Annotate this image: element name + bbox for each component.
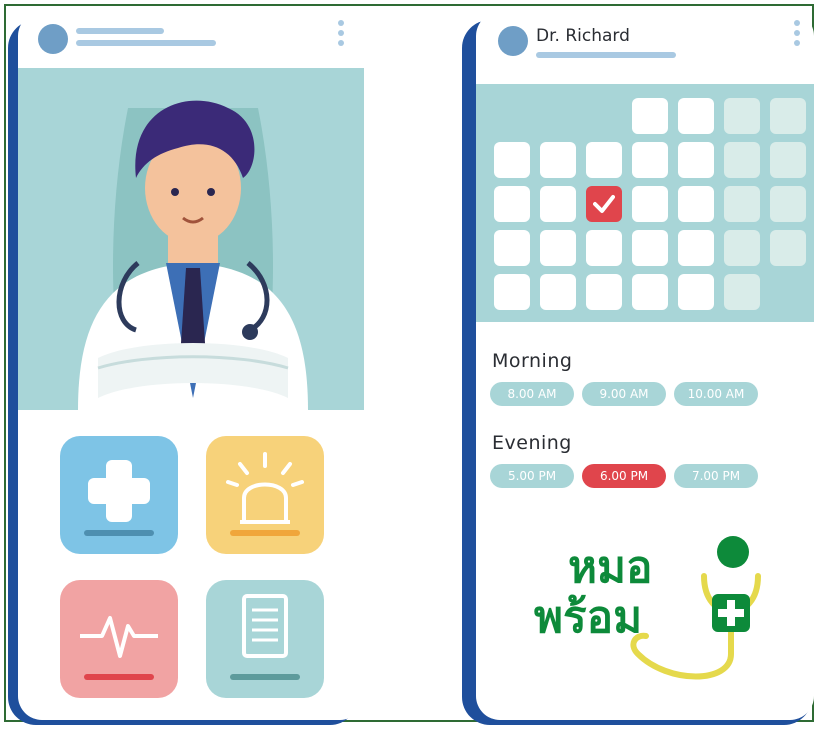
calendar-day[interactable] [632,230,668,266]
calendar-day[interactable] [494,274,530,310]
right-phone: Dr. Richard Morning 8.00 AM 9.00 AM 10.0… [476,12,814,720]
calendar [476,84,814,322]
medical-tile-underline [84,530,154,536]
profile-avatar[interactable] [38,24,68,54]
time-slot-morning-2[interactable]: 9.00 AM [582,382,666,406]
calendar-day[interactable] [494,230,530,266]
checkmark-icon [593,195,615,213]
calendar-day[interactable] [494,142,530,178]
calendar-day[interactable] [770,186,806,222]
subtitle-placeholder-bar [76,40,216,46]
calendar-day[interactable] [540,230,576,266]
alarm-siren-icon [226,452,304,524]
kebab-menu-icon[interactable] [338,20,344,50]
document-icon [242,594,288,658]
time-slot-morning-3[interactable]: 10.00 AM [674,382,758,406]
calendar-day[interactable] [724,186,760,222]
morning-label: Morning [492,350,573,372]
doctor-avatar[interactable] [498,26,528,56]
calendar-day[interactable] [494,186,530,222]
doctor-illustration [18,68,364,410]
medical-tile[interactable] [60,436,178,554]
calendar-day[interactable] [678,98,714,134]
calendar-day[interactable] [632,98,668,134]
calendar-day[interactable] [586,274,622,310]
calendar-day[interactable] [632,142,668,178]
emergency-tile[interactable] [206,436,324,554]
calendar-day[interactable] [770,98,806,134]
brand-logo: หมอ พร้อม [528,524,788,694]
evening-label: Evening [492,432,572,454]
calendar-day[interactable] [724,142,760,178]
left-phone [18,12,364,720]
calendar-day[interactable] [632,274,668,310]
heartbeat-icon [80,616,158,658]
time-slot-evening-1[interactable]: 5.00 PM [490,464,574,488]
time-slot-evening-3[interactable]: 7.00 PM [674,464,758,488]
time-slot-morning-1[interactable]: 8.00 AM [490,382,574,406]
heartbeat-tile[interactable] [60,580,178,698]
name-placeholder-bar [76,28,164,34]
calendar-day[interactable] [678,142,714,178]
calendar-day[interactable] [724,274,760,310]
calendar-day[interactable] [586,142,622,178]
doctor-name: Dr. Richard [536,26,630,46]
calendar-day[interactable] [678,230,714,266]
calendar-day[interactable] [770,142,806,178]
time-slot-evening-2-selected[interactable]: 6.00 PM [582,464,666,488]
emergency-tile-underline [230,530,300,536]
document-tile-underline [230,674,300,680]
calendar-day[interactable] [540,274,576,310]
calendar-day-selected[interactable] [586,186,622,222]
calendar-day[interactable] [632,186,668,222]
medical-cross-icon [88,460,150,522]
calendar-day[interactable] [540,186,576,222]
doctor-figure-icon [78,100,308,410]
calendar-day[interactable] [586,230,622,266]
stethoscope-cross-icon [630,536,761,680]
doctor-subtitle-bar [536,52,676,58]
heartbeat-tile-underline [84,674,154,680]
calendar-day[interactable] [724,98,760,134]
document-tile[interactable] [206,580,324,698]
kebab-menu-icon[interactable] [794,20,800,50]
calendar-day[interactable] [724,230,760,266]
calendar-day[interactable] [540,142,576,178]
calendar-day[interactable] [678,274,714,310]
calendar-day[interactable] [770,230,806,266]
calendar-day[interactable] [678,186,714,222]
